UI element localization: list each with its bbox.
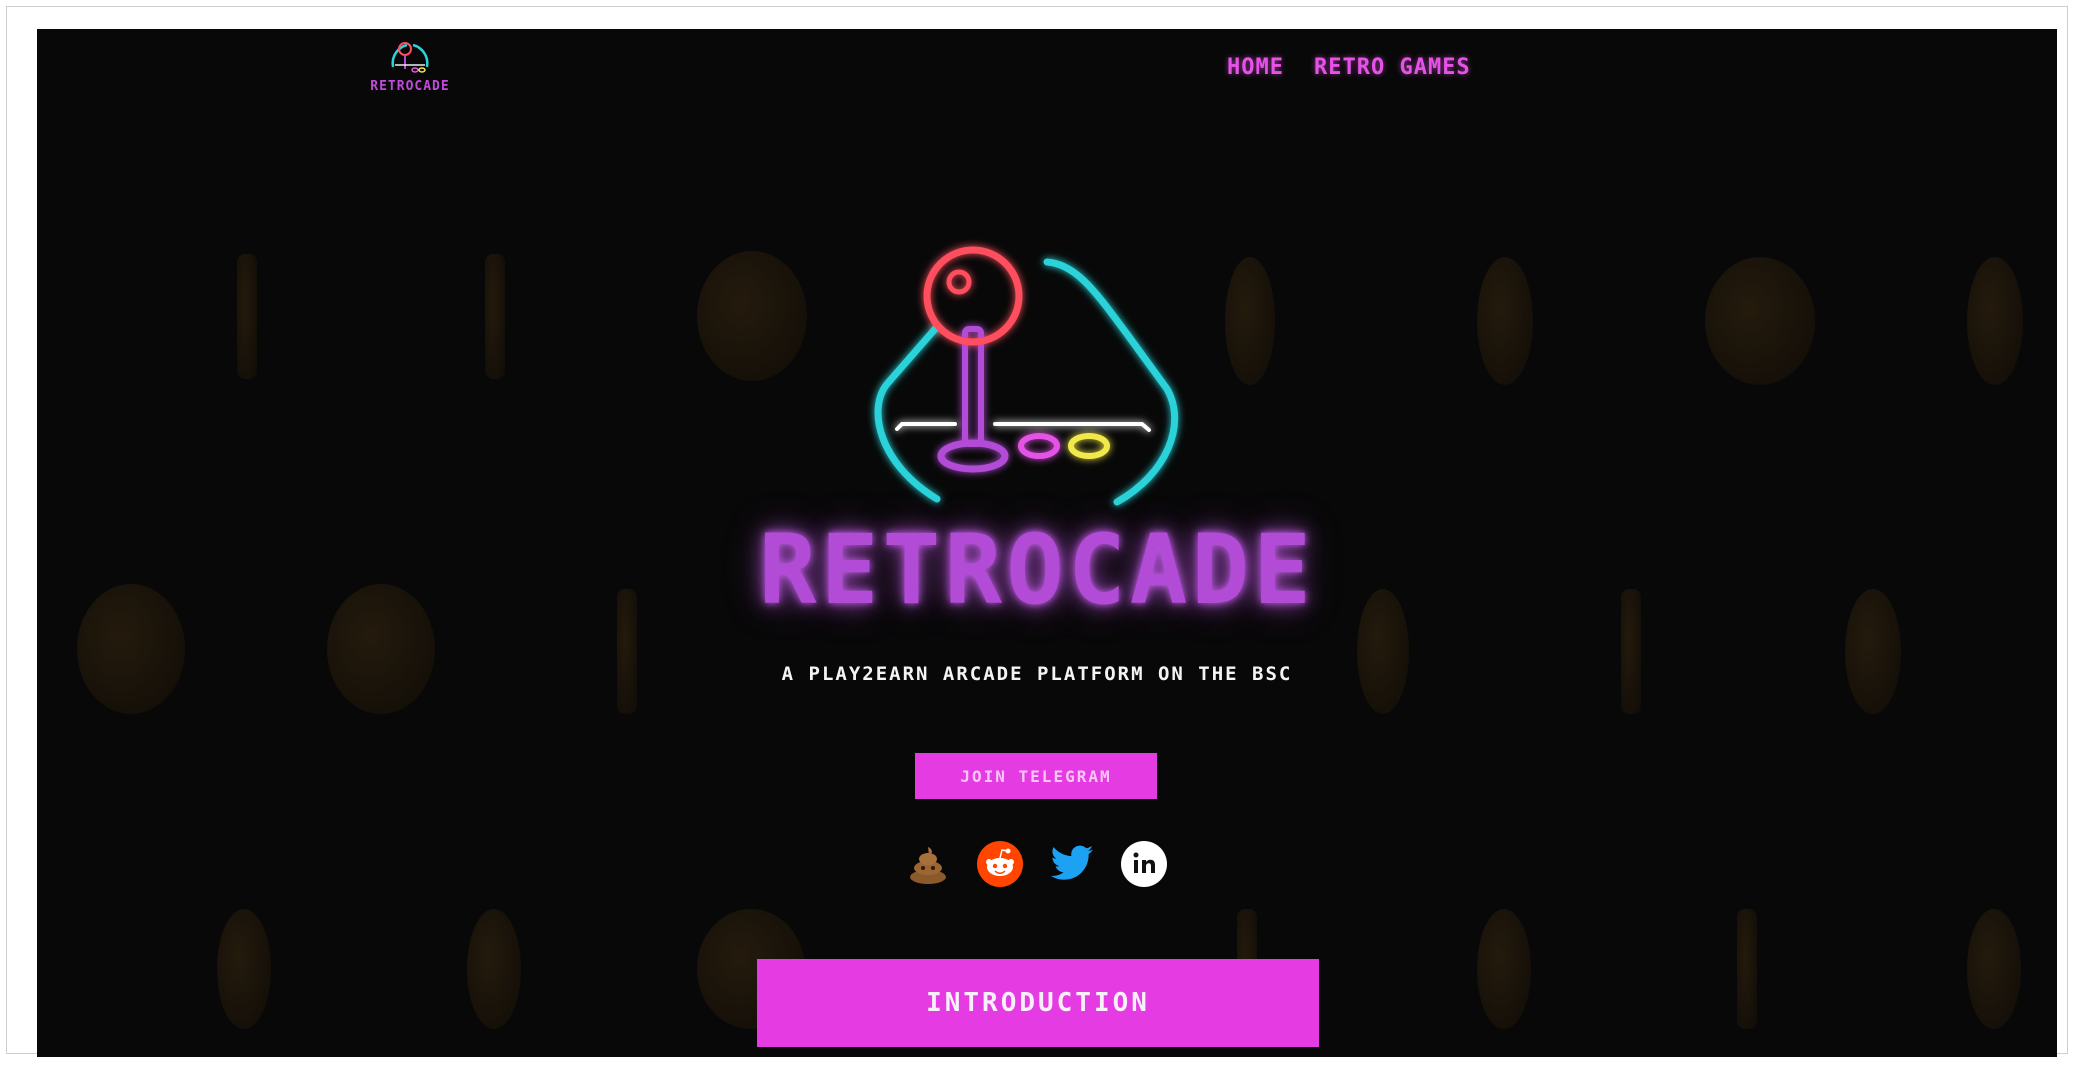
- coin-decoration: [1477, 257, 1533, 385]
- coin-decoration: [1845, 589, 1901, 714]
- poop-icon[interactable]: [905, 841, 951, 887]
- join-telegram-button[interactable]: JOIN TELEGRAM: [915, 753, 1157, 799]
- nav-home[interactable]: HOME: [1227, 55, 1284, 80]
- reddit-icon[interactable]: [977, 841, 1023, 887]
- neon-joystick-icon: [874, 246, 1179, 506]
- coin-decoration: [1967, 257, 2023, 385]
- coin-decoration: [77, 584, 185, 714]
- coin-decoration: [1477, 909, 1531, 1029]
- header-logo[interactable]: RETROCADE: [355, 37, 465, 101]
- coin-decoration: [327, 584, 435, 714]
- introduction-button[interactable]: INTRODUCTION: [757, 959, 1319, 1047]
- joystick-logo-icon: [391, 42, 429, 73]
- coin-decoration: [1621, 589, 1641, 714]
- coin-decoration: [485, 254, 505, 379]
- main-nav: HOME RETRO GAMES: [1227, 55, 1471, 80]
- hero-wordmark: RETROCADE: [758, 514, 1316, 626]
- page-background: RETROCADE HOME RETRO GAMES RETROCADE A P…: [37, 29, 2057, 1057]
- coin-decoration: [1737, 909, 1757, 1029]
- coin-decoration: [217, 909, 271, 1029]
- coin-decoration: [1967, 909, 2021, 1029]
- coin-decoration: [617, 589, 637, 714]
- coin-decoration: [1705, 257, 1815, 385]
- header-logo-text: RETROCADE: [370, 79, 450, 94]
- coin-decoration: [237, 254, 257, 379]
- nav-retro-games[interactable]: RETRO GAMES: [1314, 55, 1471, 80]
- linkedin-icon[interactable]: [1121, 841, 1167, 887]
- social-links: [905, 841, 1167, 887]
- window-frame: RETROCADE HOME RETRO GAMES RETROCADE A P…: [6, 6, 2068, 1057]
- twitter-icon[interactable]: [1049, 841, 1095, 887]
- coin-decoration: [467, 909, 521, 1029]
- hero-tagline: A PLAY2EARN ARCADE PLATFORM ON THE BSC: [781, 663, 1293, 685]
- coin-decoration: [697, 251, 807, 381]
